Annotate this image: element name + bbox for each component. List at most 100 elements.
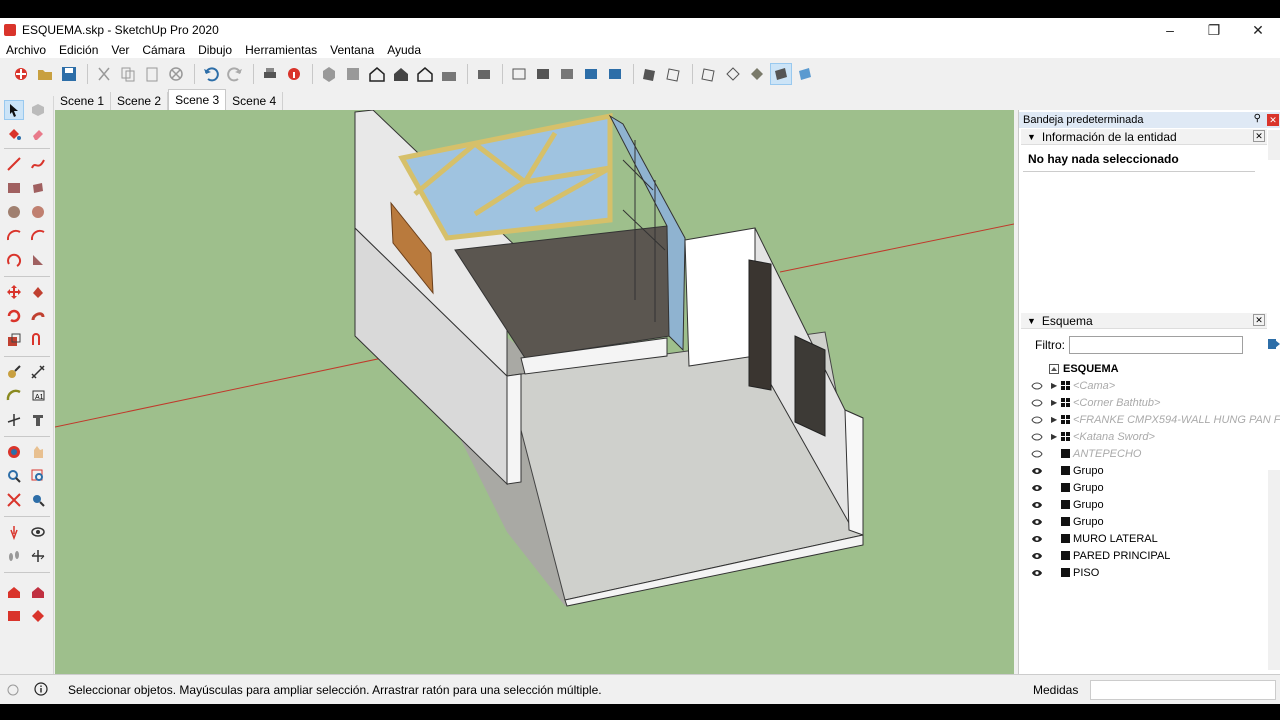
eye-visible-icon[interactable] — [1031, 516, 1043, 528]
circle-tool-icon[interactable] — [4, 202, 24, 222]
entity-info-close-icon[interactable]: ✕ — [1253, 130, 1265, 142]
style-mono-icon[interactable] — [794, 63, 816, 85]
warehouse-icon[interactable] — [4, 582, 24, 602]
position-camera-icon[interactable] — [4, 522, 24, 542]
extension-manager-icon[interactable] — [28, 606, 48, 626]
eye-visible-icon[interactable] — [1031, 550, 1043, 562]
print-icon[interactable] — [259, 63, 281, 85]
tab-scene-2[interactable]: Scene 2 — [111, 92, 169, 110]
pan-icon[interactable] — [28, 442, 48, 462]
redo-icon[interactable] — [224, 63, 246, 85]
protractor-icon[interactable] — [4, 386, 24, 406]
three-point-arc-icon[interactable] — [4, 250, 24, 270]
outliner-close-icon[interactable]: ✕ — [1253, 314, 1265, 326]
eye-hidden-icon[interactable] — [1031, 431, 1043, 443]
zoom-extents-icon[interactable] — [4, 490, 24, 510]
outliner-item[interactable]: Grupo — [1019, 462, 1269, 479]
top-view-icon[interactable] — [342, 63, 364, 85]
zoom-icon[interactable] — [4, 466, 24, 486]
tab-scene-1[interactable]: Scene 1 — [54, 92, 112, 110]
restore-button[interactable]: ❐ — [1192, 18, 1236, 42]
scale-tool-icon[interactable] — [4, 330, 24, 350]
axes-tool-icon[interactable] — [4, 410, 24, 430]
style-back-edges-icon[interactable] — [663, 63, 685, 85]
text-tool-icon[interactable]: A1 — [28, 386, 48, 406]
outliner-item[interactable]: ▶ <Cama> — [1019, 377, 1269, 394]
section-plane-icon[interactable] — [28, 546, 48, 566]
info-icon[interactable] — [34, 682, 48, 696]
collapse-triangle-icon[interactable]: ▼ — [1027, 132, 1036, 142]
zoom-window-icon[interactable] — [28, 466, 48, 486]
geolocation-icon[interactable] — [6, 683, 20, 697]
front-view-icon[interactable] — [366, 63, 388, 85]
tab-scene-3[interactable]: Scene 3 — [168, 89, 227, 110]
eye-hidden-icon[interactable] — [1031, 380, 1043, 392]
expand-arrow-icon[interactable]: ▶ — [1051, 398, 1057, 407]
outliner-options-icon[interactable] — [1267, 337, 1280, 351]
look-around-icon[interactable] — [28, 522, 48, 542]
eye-visible-icon[interactable] — [1031, 567, 1043, 579]
menu-camara[interactable]: Cámara — [142, 43, 185, 57]
new-file-icon[interactable] — [10, 63, 32, 85]
outliner-item[interactable]: Grupo — [1019, 496, 1269, 513]
pie-tool-icon[interactable] — [28, 250, 48, 270]
outliner-item[interactable]: ▶ <FRANKE CMPX594-WALL HUNG PAN FOR — [1019, 411, 1280, 428]
menu-ayuda[interactable]: Ayuda — [387, 43, 421, 57]
eye-visible-icon[interactable] — [1031, 465, 1043, 477]
measurements-input[interactable] — [1090, 680, 1276, 700]
outliner-item[interactable]: ANTEPECHO — [1019, 445, 1269, 462]
hidden-line-icon[interactable] — [532, 63, 554, 85]
eye-hidden-icon[interactable] — [1031, 414, 1043, 426]
3d-text-icon[interactable] — [28, 410, 48, 430]
pin-icon[interactable]: ⚲ — [1254, 113, 1261, 124]
tape-measure-icon[interactable] — [4, 362, 24, 382]
dimension-icon[interactable] — [28, 362, 48, 382]
eye-visible-icon[interactable] — [1031, 533, 1043, 545]
style-wire-icon[interactable] — [698, 63, 720, 85]
menu-dibujo[interactable]: Dibujo — [198, 43, 232, 57]
outliner-header[interactable]: ▼ Esquema ✕ — [1021, 313, 1267, 329]
send-to-layout-icon[interactable] — [4, 606, 24, 626]
rotate-tool-icon[interactable] — [4, 306, 24, 326]
menu-herramientas[interactable]: Herramientas — [245, 43, 317, 57]
eye-hidden-icon[interactable] — [1031, 448, 1043, 460]
outliner-item[interactable]: PISO — [1019, 564, 1269, 581]
extension-warehouse-icon[interactable] — [28, 582, 48, 602]
undo-icon[interactable] — [200, 63, 222, 85]
rotated-rectangle-icon[interactable] — [28, 178, 48, 198]
entity-info-header[interactable]: ▼ Información de la entidad ✕ — [1021, 129, 1267, 145]
modeling-viewport[interactable] — [55, 110, 1014, 674]
select-tool-icon[interactable] — [4, 100, 24, 120]
iso-view-icon[interactable] — [318, 63, 340, 85]
paste-icon[interactable] — [141, 63, 163, 85]
style-shaded-icon[interactable] — [746, 63, 768, 85]
outliner-item[interactable]: MURO LATERAL — [1019, 530, 1269, 547]
outliner-item[interactable]: ▶ <Katana Sword> — [1019, 428, 1269, 445]
line-tool-icon[interactable] — [4, 154, 24, 174]
open-folder-icon[interactable] — [34, 63, 56, 85]
menu-edicion[interactable]: Edición — [59, 43, 98, 57]
shaded-textures-icon[interactable] — [580, 63, 602, 85]
arc-tool-icon[interactable] — [4, 226, 24, 246]
outliner-item[interactable]: PARED PRINCIPAL — [1019, 547, 1269, 564]
tray-close-icon[interactable]: ✕ — [1267, 114, 1279, 126]
minimize-button[interactable]: – — [1148, 18, 1192, 42]
outliner-root[interactable]: ESQUEMA — [1019, 360, 1269, 377]
move-tool-icon[interactable] — [4, 282, 24, 302]
style-hidden-icon[interactable] — [722, 63, 744, 85]
eye-visible-icon[interactable] — [1031, 482, 1043, 494]
offset-tool-icon[interactable] — [28, 330, 48, 350]
eye-visible-icon[interactable] — [1031, 499, 1043, 511]
cut-icon[interactable] — [93, 63, 115, 85]
outliner-item[interactable]: Grupo — [1019, 479, 1269, 496]
tab-scene-4[interactable]: Scene 4 — [226, 92, 284, 110]
xray-icon[interactable] — [473, 63, 495, 85]
left-view-icon[interactable] — [438, 63, 460, 85]
expand-arrow-icon[interactable]: ▶ — [1051, 432, 1057, 441]
save-icon[interactable] — [58, 63, 80, 85]
erase-icon[interactable] — [165, 63, 187, 85]
copy-icon[interactable] — [117, 63, 139, 85]
outliner-item[interactable]: Grupo — [1019, 513, 1269, 530]
make-component-icon[interactable] — [28, 100, 48, 120]
previous-view-icon[interactable] — [28, 490, 48, 510]
